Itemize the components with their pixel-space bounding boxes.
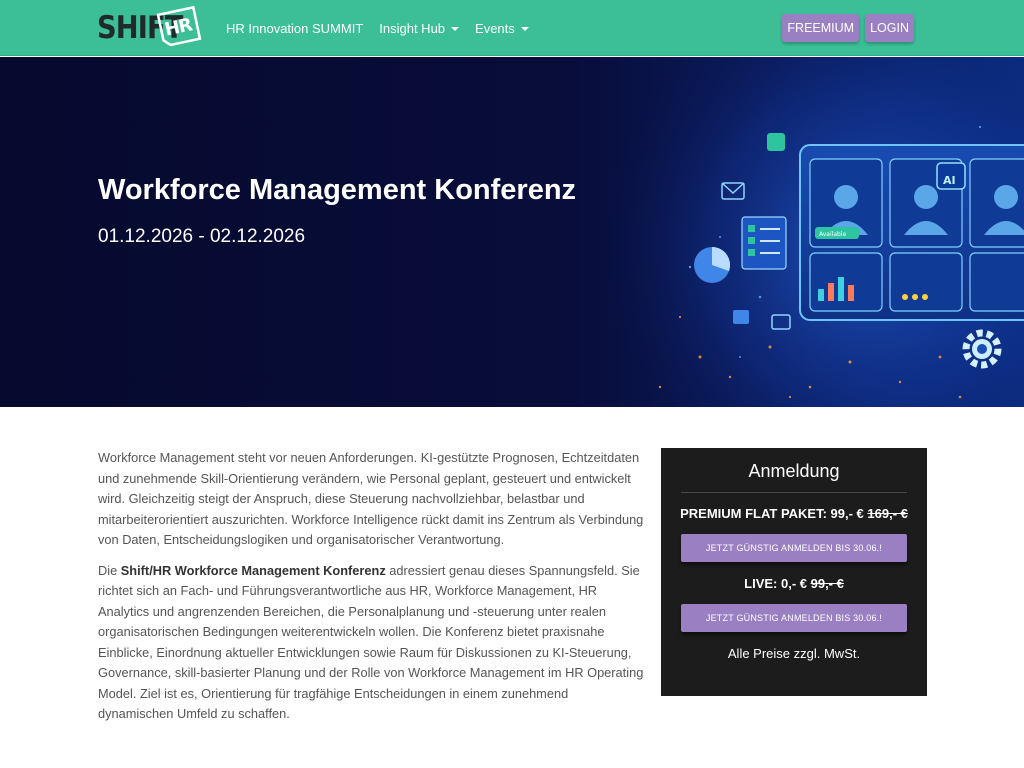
ai-chip-label: AI [943, 174, 956, 187]
login-button[interactable]: LOGIN [865, 14, 914, 42]
nav-link-events[interactable]: Events [475, 21, 529, 36]
p2-body: adressiert genau dieses Spannungsfeld. S… [98, 562, 644, 722]
logo-hr-badge: HR [154, 5, 203, 49]
live-price-label: LIVE: 0,- € [744, 576, 811, 591]
registration-card: Anmeldung PREMIUM FLAT PAKET: 99,- € 169… [661, 448, 927, 696]
registration-title: Anmeldung [748, 461, 840, 481]
nav-link-label: Insight Hub [379, 20, 446, 36]
caret-down-icon [520, 26, 529, 31]
page-title: Workforce Management Konferenz [98, 174, 577, 206]
premium-price-label: PREMIUM FLAT PAKET: 99,- € [680, 506, 868, 521]
premium-price: PREMIUM FLAT PAKET: 99,- € 169,- € [661, 506, 927, 521]
p2-intro: Die [98, 562, 121, 578]
premium-register-button[interactable]: JETZT GÜNSTIG ANMELDEN BIS 30.06.! [681, 534, 907, 562]
nav-buttons: FREEMIUM LOGIN [782, 14, 914, 42]
shift-hr-logo[interactable]: SHIFT HR [97, 5, 202, 47]
conference-name: Shift/HR Workforce Management Konferenz [120, 562, 386, 578]
available-badge: Available [819, 231, 846, 238]
nav-link-hr-innovation-summit[interactable]: HR Innovation SUMMIT [226, 21, 363, 36]
caret-down-icon [451, 26, 460, 31]
hero-banner: Available AI Workforce Management Konfer… [0, 57, 1024, 407]
vat-note: Alle Preise zzgl. MwSt. [727, 646, 861, 661]
card-divider [681, 492, 907, 493]
description-paragraph-1: Workforce Management steht vor neuen Anf… [98, 450, 644, 547]
live-register-button[interactable]: JETZT GÜNSTIG ANMELDEN BIS 30.06.! [681, 604, 907, 632]
live-old-price: 99,- € [810, 576, 844, 591]
main-nav: HR Innovation SUMMIT Insight Hub Events [226, 0, 545, 56]
live-price: LIVE: 0,- € 99,- € [661, 576, 927, 591]
description-paragraph-2: Die Shift/HR Workforce Management Konfer… [98, 561, 646, 725]
premium-old-price: 169,- € [867, 506, 908, 521]
nav-link-insight-hub[interactable]: Insight Hub [379, 20, 460, 36]
nav-link-label: HR Innovation SUMMIT [226, 20, 364, 36]
event-description: Workforce Management steht vor neuen Anf… [98, 448, 646, 735]
event-date: 01.12.2026 - 02.12.2026 [98, 226, 306, 247]
freemium-button[interactable]: FREEMIUM [782, 14, 860, 42]
navbar: SHIFT HR HR Innovation SUMMIT Insight Hu… [0, 0, 1024, 56]
nav-link-label: Events [475, 20, 515, 36]
